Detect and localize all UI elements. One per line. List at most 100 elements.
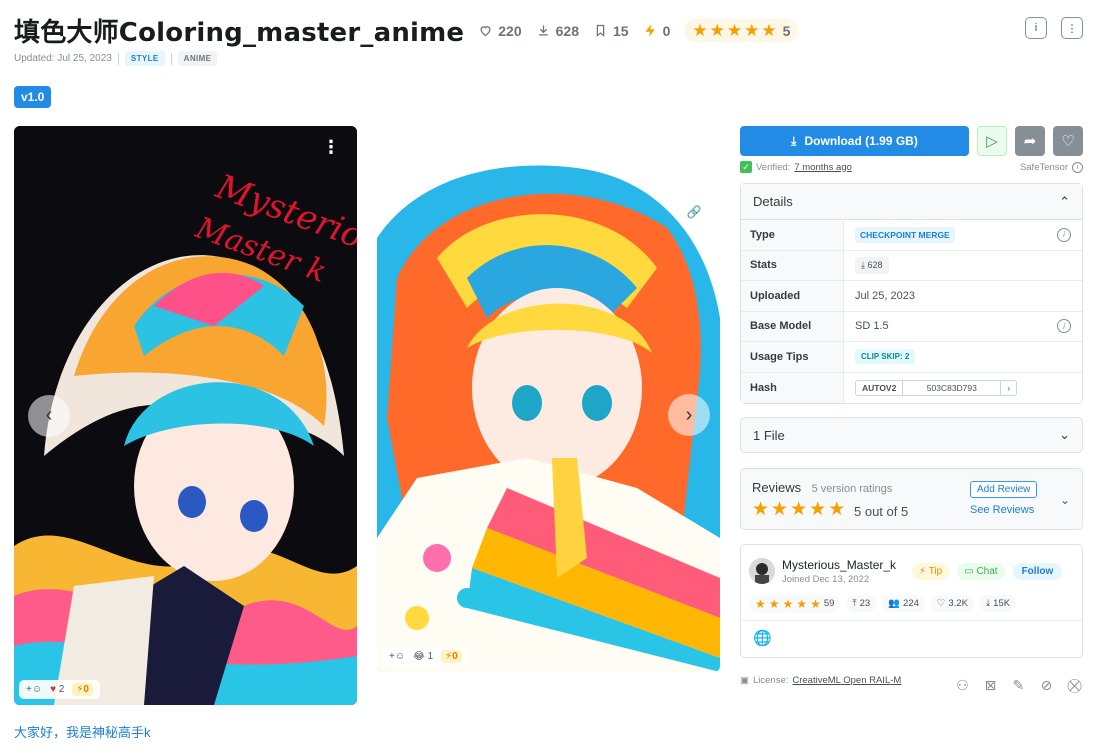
uploads-count: 23	[859, 598, 871, 609]
info-icon[interactable]: i	[1057, 319, 1071, 334]
prev-image-button[interactable]: ‹	[28, 394, 70, 437]
tip-label: Tip	[928, 565, 943, 577]
detail-key: Hash	[741, 372, 844, 403]
creator-downloads: ⤓ 15K	[979, 595, 1017, 612]
followers-count: 224	[903, 598, 919, 609]
version-button[interactable]: v1.0	[14, 86, 52, 108]
add-review-button[interactable]: Add Review	[970, 481, 1038, 498]
buzz-count: 0	[83, 684, 89, 695]
buzz-reaction[interactable]: ⚡0	[72, 683, 93, 696]
detail-row-base-model: Base Model SD 1.5 i	[741, 311, 1082, 342]
info-icon: i	[1034, 22, 1038, 34]
star-icon: ★	[790, 499, 808, 520]
more-button[interactable]: ⋮	[1061, 17, 1083, 39]
buzz-stat[interactable]: 0	[643, 23, 670, 39]
gallery-image-1[interactable]: Mysterious Master k ⋮ ‹ +☺ ♥ 2 ⚡0	[14, 126, 357, 705]
sidebar: ⤓ Download (1.99 GB) ▷ ➦ ♡ ✓ Verified: 7…	[740, 126, 1083, 658]
gallery-image-2[interactable]: 🔗 › +☺ 😂 1 ⚡0	[377, 158, 720, 672]
chevron-left-icon: ‹	[45, 404, 53, 426]
chat-label: Chat	[976, 565, 998, 577]
rating-stars[interactable]: ★ ★ ★ ★ ★ 5	[684, 19, 799, 42]
laugh-reaction[interactable]: 😂 1	[413, 651, 433, 662]
see-reviews-link[interactable]: See Reviews	[970, 504, 1034, 516]
download-label: Download (1.99 GB)	[804, 134, 918, 148]
verified-time[interactable]: 7 months ago	[794, 162, 852, 173]
upload-icon: ⤒	[852, 598, 857, 609]
creator-name[interactable]: Mysterious_Master_k	[782, 558, 896, 572]
play-icon: ▷	[986, 133, 998, 150]
tag-style[interactable]: STYLE	[124, 51, 165, 66]
add-reaction-icon[interactable]: +☺	[26, 684, 42, 695]
details-title: Details	[753, 194, 793, 209]
meta-row: Updated: Jul 25, 2023 STYLE ANIME	[14, 51, 218, 66]
info-icon[interactable]: i	[1072, 161, 1083, 173]
license-row: ▣ License: CreativeML Open RAIL-M	[740, 675, 901, 686]
likes-stat[interactable]: 220	[478, 22, 522, 39]
avatar-image	[749, 558, 775, 584]
clip-skip-badge: CLIP SKIP: 2	[855, 349, 916, 365]
detail-key: Type	[741, 220, 844, 250]
no-brush-icon: ✎	[1012, 677, 1025, 693]
details-panel: Details ⌃ Type CHECKPOINT MERGE i Stats ⤓…	[740, 183, 1083, 404]
bookmark-icon	[596, 24, 605, 37]
download-icon	[538, 25, 548, 36]
reviews-stars: ★ ★ ★ ★ ★	[752, 500, 845, 519]
info-button[interactable]: i	[1025, 17, 1047, 39]
next-image-button[interactable]: ›	[668, 394, 710, 436]
file-format: SafeTensor	[1019, 161, 1068, 173]
no-cart-icon: ⛒	[1067, 677, 1082, 693]
share-button[interactable]: ➦	[1015, 126, 1045, 156]
files-label: 1 File	[753, 427, 785, 443]
detail-row-usage-tips: Usage Tips CLIP SKIP: 2	[741, 342, 1082, 373]
creator-header: Mysterious_Master_k Joined Dec 13, 2022 …	[741, 545, 1082, 587]
image-menu-icon[interactable]: ⋮	[322, 138, 340, 156]
run-button[interactable]: ▷	[977, 126, 1007, 156]
heart-icon: ♥	[50, 684, 56, 695]
avatar[interactable]	[749, 558, 775, 584]
laugh-icon: 😂	[413, 651, 425, 662]
hash-field[interactable]: AUTOV2 503C83D793 ›	[855, 379, 1018, 396]
uploaded-date: Jul 25, 2023	[855, 289, 915, 302]
rating-count: 59	[823, 598, 835, 609]
heart-icon: ♡	[936, 598, 946, 609]
downloads-badge: ⤓ 628	[855, 256, 889, 274]
chevron-right-icon: ›	[685, 403, 693, 426]
license-link[interactable]: CreativeML Open RAIL-M	[792, 675, 901, 686]
details-header[interactable]: Details ⌃	[741, 184, 1082, 220]
base-model: SD 1.5	[855, 320, 889, 333]
reviews-score: 5 out of 5	[854, 504, 909, 519]
detail-key: Stats	[741, 250, 844, 280]
heart-reaction[interactable]: ♥ 2	[50, 684, 64, 695]
files-panel[interactable]: 1 File ⌄	[740, 417, 1083, 453]
follow-button[interactable]: Follow	[1012, 562, 1063, 580]
reaction-bar: +☺ ♥ 2 ⚡0	[19, 680, 100, 699]
star-icon: ★	[692, 21, 708, 40]
chevron-down-icon: ⌄	[1059, 427, 1070, 442]
link-icon[interactable]: 🔗	[682, 200, 706, 224]
like-button[interactable]: ♡	[1053, 126, 1083, 156]
check-icon: ✓	[740, 161, 752, 173]
downloads-stat: 628	[536, 23, 579, 39]
more-vertical-icon: ⋮	[1066, 22, 1078, 35]
likes-count: 220	[498, 22, 522, 39]
divider	[117, 52, 119, 65]
tag-anime[interactable]: ANIME	[177, 51, 218, 66]
info-icon[interactable]: i	[1057, 227, 1071, 242]
chevron-up-icon: ⌃	[1059, 193, 1070, 209]
detail-row-uploaded: Uploaded Jul 25, 2023	[741, 281, 1082, 312]
no-world-icon: ⊘	[1040, 677, 1053, 693]
globe-icon[interactable]: 🌐	[741, 621, 1082, 655]
chat-button[interactable]: ▭ Chat	[957, 562, 1005, 580]
user-check-icon: ⚇	[956, 677, 969, 693]
chevron-right-icon[interactable]: ›	[1001, 381, 1016, 395]
star-icon: ★	[752, 499, 770, 520]
buzz-reaction[interactable]: ⚡0	[441, 650, 462, 663]
add-reaction-icon[interactable]: +☺	[389, 651, 405, 662]
bookmarks-stat[interactable]: 15	[593, 23, 629, 39]
detail-key: Base Model	[741, 311, 844, 341]
download-button[interactable]: ⤓ Download (1.99 GB)	[740, 126, 969, 156]
chevron-down-icon[interactable]: ⌄	[1060, 493, 1070, 507]
downloads-count: 628	[867, 259, 883, 270]
tip-button[interactable]: ⚡ Tip	[912, 562, 950, 580]
creator-rating: ★ ★ ★ ★ ★ 59	[749, 594, 841, 613]
